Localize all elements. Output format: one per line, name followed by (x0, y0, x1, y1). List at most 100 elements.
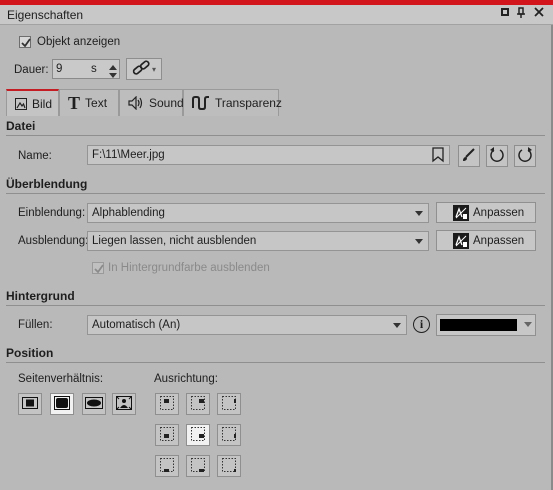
transparency-icon (192, 96, 210, 110)
brush-icon (462, 147, 476, 165)
section-datei: Datei (6, 119, 36, 133)
tab-bild[interactable]: Bild (6, 89, 59, 116)
align-top-left-button[interactable] (155, 393, 179, 415)
fade-in-label: Einblendung: (18, 207, 86, 219)
section-ueberblendung: Überblendung (6, 177, 88, 191)
stepper-down-icon[interactable] (109, 70, 117, 82)
fill-label: Füllen: (18, 319, 53, 331)
aspect-fill-icon (54, 395, 70, 413)
align-center-button[interactable] (186, 424, 210, 446)
fade-in-adjust-button[interactable]: Anpassen (436, 202, 536, 223)
pin-icon[interactable] (514, 7, 528, 21)
info-icon[interactable]: i (413, 316, 430, 333)
section-position: Position (6, 346, 54, 360)
align-bottom-center-icon (191, 457, 205, 475)
aspect-fit-button[interactable] (18, 393, 42, 415)
align-bottom-right-button[interactable] (217, 455, 241, 477)
aspect-stretch-button[interactable] (82, 393, 106, 415)
fade-out-adjust-button[interactable]: Anpassen (436, 230, 536, 251)
chevron-down-icon (393, 323, 401, 328)
speaker-icon (128, 96, 144, 110)
fade-in-select[interactable]: Alphablending (87, 203, 429, 223)
align-middle-right-button[interactable] (217, 424, 241, 446)
align-top-right-button[interactable] (217, 393, 241, 415)
fade-in-adjust-label: Anpassen (473, 206, 525, 219)
link-duration-button[interactable]: ▾ (126, 58, 162, 80)
background-color-picker[interactable] (436, 314, 536, 336)
color-swatch (440, 319, 517, 331)
divider (6, 362, 545, 363)
filename-value: F:\11\Meer.jpg (92, 149, 165, 161)
rotate-right-icon (517, 146, 533, 166)
align-middle-left-icon (160, 426, 174, 444)
align-top-right-icon (222, 395, 239, 413)
info-glyph: i (419, 317, 424, 331)
align-bottom-left-icon (160, 457, 174, 475)
duration-stepper[interactable]: 9 s (52, 59, 120, 79)
transition-adjust-icon (453, 232, 469, 249)
bg-fade-checkbox (92, 262, 104, 274)
text-icon: T (68, 92, 81, 113)
section-hintergrund: Hintergrund (6, 289, 75, 303)
align-bottom-left-button[interactable] (155, 455, 179, 477)
transition-adjust-icon (453, 204, 469, 221)
bg-fade-label: In Hintergrundfarbe ausblenden (108, 262, 270, 274)
rotate-left-button[interactable] (486, 145, 508, 167)
fill-value: Automatisch (An) (92, 319, 181, 331)
tab-text[interactable]: T Text (59, 89, 119, 116)
duration-unit: s (91, 63, 97, 75)
aspect-label: Seitenverhältnis: (18, 373, 104, 385)
fade-out-adjust-label: Anpassen (473, 234, 525, 247)
align-top-left-icon (160, 395, 174, 413)
close-icon[interactable] (532, 7, 546, 21)
tab-text-label: Text (85, 96, 108, 110)
tab-sound-label: Sound (149, 96, 184, 110)
aspect-original-icon (116, 395, 132, 413)
tab-transparenz-label: Transparenz (215, 96, 282, 110)
filename-field[interactable]: F:\11\Meer.jpg (87, 145, 450, 165)
fill-select[interactable]: Automatisch (An) (87, 315, 407, 335)
fade-in-value: Alphablending (92, 207, 165, 219)
menu-icon[interactable] (498, 7, 512, 21)
aspect-stretch-icon (85, 396, 103, 412)
open-file-icon[interactable] (432, 147, 444, 169)
bg-fade-checkbox-row: In Hintergrundfarbe ausblenden (92, 262, 270, 274)
align-bottom-center-button[interactable] (186, 455, 210, 477)
rotate-left-icon (489, 146, 505, 166)
align-center-icon (191, 426, 205, 444)
show-object-checkbox-row[interactable]: Objekt anzeigen (19, 36, 120, 48)
align-top-center-button[interactable] (186, 393, 210, 415)
divider (6, 135, 545, 136)
tab-sound[interactable]: Sound (119, 89, 184, 116)
aspect-fit-icon (22, 396, 38, 412)
link-dropdown-icon[interactable]: ▾ (152, 65, 156, 74)
fade-out-select[interactable]: Liegen lassen, nicht ausblenden (87, 231, 429, 251)
chevron-down-icon (415, 211, 423, 216)
aspect-original-button[interactable] (112, 393, 136, 415)
link-icon (132, 59, 150, 79)
properties-panel: Eigenschaften Objekt anzeigen Dauer: 9 s (0, 0, 553, 490)
rotate-right-button[interactable] (514, 145, 536, 167)
aspect-fill-button[interactable] (50, 393, 74, 415)
title-bar: Eigenschaften (0, 5, 553, 25)
tab-bild-label: Bild (32, 96, 53, 111)
image-icon (15, 97, 27, 110)
name-label: Name: (18, 150, 52, 162)
fade-out-label: Ausblendung: (18, 235, 89, 247)
align-middle-left-button[interactable] (155, 424, 179, 446)
duration-value[interactable]: 9 (56, 63, 62, 75)
duration-label: Dauer: (14, 64, 49, 76)
window-title: Eigenschaften (7, 8, 84, 22)
alignment-label: Ausrichtung: (154, 373, 218, 385)
tab-transparenz[interactable]: Transparenz (183, 89, 282, 116)
divider (6, 305, 545, 306)
align-top-center-icon (191, 395, 205, 413)
align-bottom-right-icon (222, 457, 239, 475)
chevron-down-icon (524, 322, 532, 327)
divider (6, 193, 545, 194)
edit-image-button[interactable] (458, 145, 480, 167)
fade-out-value: Liegen lassen, nicht ausblenden (92, 235, 257, 247)
show-object-label: Objekt anzeigen (37, 36, 121, 48)
chevron-down-icon (415, 239, 423, 244)
show-object-checkbox[interactable] (19, 36, 31, 48)
